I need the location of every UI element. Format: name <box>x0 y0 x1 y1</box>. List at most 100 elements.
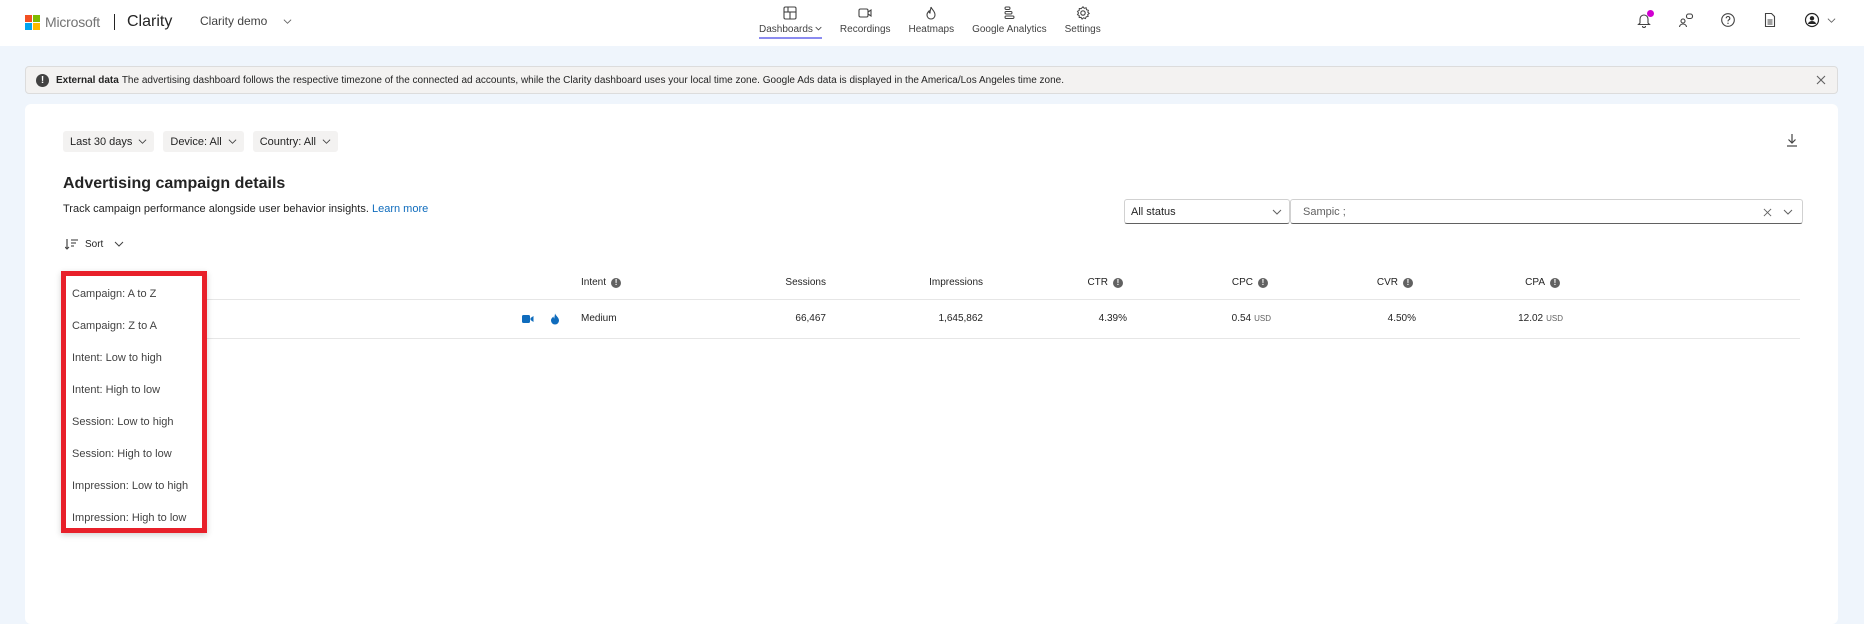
column-header-ctr[interactable]: CTR ! <box>1023 277 1123 288</box>
chevron-down-icon <box>114 241 124 247</box>
campaign-search-input[interactable] <box>1303 205 1703 218</box>
chevron-down-icon <box>138 139 147 144</box>
sort-option-campaign-z-a[interactable]: Campaign: Z to A <box>66 310 202 342</box>
cell-sessions: 66,467 <box>795 313 826 324</box>
country-filter[interactable]: Country: All <box>252 131 338 152</box>
clear-icon[interactable] <box>1763 208 1772 217</box>
sort-option-intent-high-low[interactable]: Intent: High to low <box>66 374 202 406</box>
sort-option-impression-high-low[interactable]: Impression: High to low <box>66 502 202 534</box>
help-button[interactable] <box>1720 12 1736 28</box>
sort-label: Sort <box>85 238 104 250</box>
header-label: Sessions <box>785 277 826 288</box>
sort-option-campaign-a-z[interactable]: Campaign: A to Z <box>66 278 202 310</box>
cell-cvr: 4.50% <box>1387 313 1416 324</box>
header-label: Impressions <box>929 277 983 288</box>
header-label: CVR <box>1376 277 1398 288</box>
table-header: Intent ! Sessions Impressions CTR ! CPC … <box>63 267 1800 300</box>
campaign-search-combobox <box>1290 199 1803 224</box>
top-navigation-bar: Microsoft Clarity Clarity demo Dashboard… <box>0 0 1864 46</box>
info-icon[interactable]: ! <box>1258 277 1268 288</box>
sort-dropdown-menu: Campaign: A to Z Campaign: Z to A Intent… <box>61 271 207 533</box>
dashboard-icon <box>783 6 798 20</box>
download-icon[interactable] <box>1784 132 1800 148</box>
cell-intent: Medium <box>581 313 617 324</box>
sort-button[interactable]: Sort <box>65 238 124 250</box>
learn-more-link[interactable]: Learn more <box>372 203 428 215</box>
info-icon[interactable]: ! <box>611 277 622 288</box>
close-icon[interactable] <box>1815 74 1827 86</box>
header-label: Intent <box>581 277 607 288</box>
video-camera-icon <box>858 8 872 18</box>
nav-item-settings[interactable]: Settings <box>1056 5 1110 39</box>
chevron-down-icon <box>1272 209 1282 215</box>
documentation-button[interactable] <box>1762 12 1778 28</box>
brand[interactable]: Microsoft Clarity <box>25 13 172 31</box>
project-selector[interactable]: Clarity demo <box>200 14 292 28</box>
filter-bar: Last 30 days Device: All Country: All <box>63 131 347 152</box>
banner-title: External data <box>56 74 119 86</box>
account-avatar-icon <box>1804 12 1820 28</box>
chevron-down-icon[interactable] <box>1783 207 1793 217</box>
nav-item-heatmaps[interactable]: Heatmaps <box>900 5 964 39</box>
nav-label: Dashboards <box>759 24 813 35</box>
notifications-button[interactable] <box>1636 10 1654 28</box>
nav-item-dashboards[interactable]: Dashboards <box>750 5 831 39</box>
nav-label: Heatmaps <box>908 24 955 35</box>
column-header-cpc[interactable]: CPC ! <box>1163 277 1268 288</box>
status-selected-value: All status <box>1131 205 1176 218</box>
header-label: CPA <box>1525 277 1545 288</box>
chevron-down-icon <box>322 139 331 144</box>
external-data-banner: ! External data The advertising dashboar… <box>25 66 1838 94</box>
heatmap-flame-icon[interactable] <box>549 313 561 325</box>
product-name: Clarity <box>127 13 173 30</box>
cell-cpc: 0.54 USD <box>1163 313 1271 324</box>
filter-label: Last 30 days <box>70 135 133 148</box>
device-filter[interactable]: Device: All <box>163 131 244 152</box>
recordings-video-icon[interactable] <box>522 313 534 325</box>
banner-message: The advertising dashboard follows the re… <box>121 74 1065 86</box>
people-feedback-icon <box>1678 13 1694 28</box>
table-row[interactable]: Medium 66,467 1,645,862 4.39% 0.54 USD 4… <box>63 300 1800 339</box>
sort-option-session-low-high[interactable]: Session: Low to high <box>66 406 202 438</box>
header-label: CTR <box>1087 277 1108 288</box>
flame-icon <box>926 6 936 20</box>
column-header-impressions[interactable]: Impressions <box>863 277 983 288</box>
status-filter-select[interactable]: All status <box>1124 199 1290 224</box>
currency-unit: USD <box>1254 314 1271 323</box>
notification-badge <box>1647 10 1654 17</box>
cpc-value: 0.54 <box>1231 313 1252 324</box>
column-header-cvr[interactable]: CVR ! <box>1313 277 1413 288</box>
date-range-filter[interactable]: Last 30 days <box>63 131 155 152</box>
description-text: Track campaign performance alongside use… <box>63 203 369 215</box>
column-header-sessions[interactable]: Sessions <box>703 277 826 288</box>
section-description: Track campaign performance alongside use… <box>63 203 428 215</box>
sort-option-session-high-low[interactable]: Session: High to low <box>66 438 202 470</box>
top-right-actions <box>1636 10 1864 28</box>
info-icon[interactable]: ! <box>1113 277 1123 288</box>
analytics-bars-icon <box>1004 6 1015 19</box>
gear-icon <box>1076 6 1090 20</box>
chevron-down-icon <box>815 26 822 31</box>
project-name: Clarity demo <box>200 14 268 28</box>
account-menu-button[interactable] <box>1804 12 1836 28</box>
nav-item-recordings[interactable]: Recordings <box>831 5 900 39</box>
campaign-card: Last 30 days Device: All Country: All Ad… <box>25 104 1838 624</box>
sort-option-impression-low-high[interactable]: Impression: Low to high <box>66 470 202 502</box>
microsoft-logo-icon <box>25 14 40 30</box>
sort-option-intent-low-high[interactable]: Intent: Low to high <box>66 342 202 374</box>
feedback-button[interactable] <box>1678 12 1694 28</box>
chevron-down-icon <box>283 18 292 24</box>
column-header-cpa[interactable]: CPA ! <box>1463 277 1560 288</box>
cell-cpa: 12.02 USD <box>1463 313 1563 324</box>
microsoft-wordmark: Microsoft <box>45 14 100 30</box>
info-icon[interactable]: ! <box>1403 277 1413 288</box>
nav-item-google-analytics[interactable]: Google Analytics <box>963 5 1056 39</box>
info-icon: ! <box>36 73 49 87</box>
document-icon <box>1764 12 1776 28</box>
nav-label: Settings <box>1064 24 1101 35</box>
nav-label: Google Analytics <box>972 24 1047 35</box>
info-icon[interactable]: ! <box>1550 277 1560 288</box>
page-title: Advertising campaign details <box>63 175 286 192</box>
main-nav: Dashboards Recordings Heatmaps Google An… <box>750 5 1110 39</box>
column-header-intent[interactable]: Intent ! <box>581 277 622 288</box>
